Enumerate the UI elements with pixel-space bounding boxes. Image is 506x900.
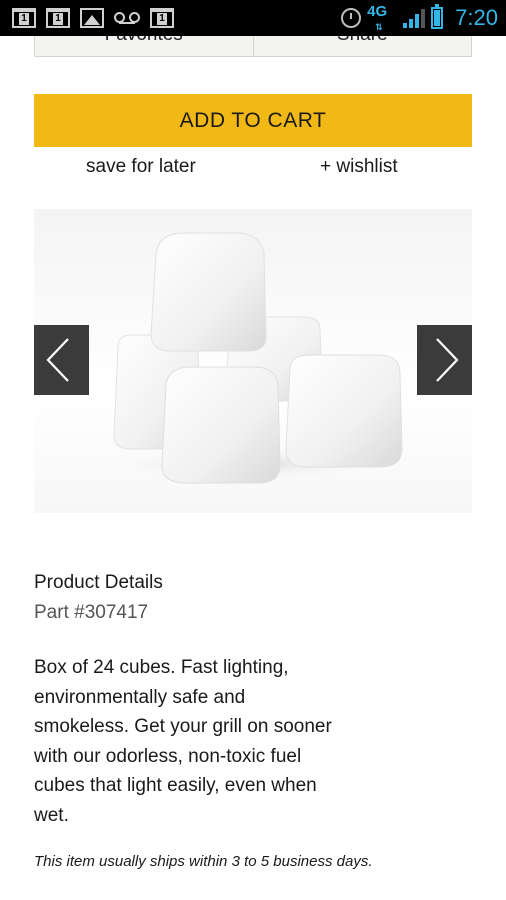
status-bar: 1 1 1 4G ⇅ 7:20 [0,0,506,36]
chevron-left-icon [46,338,69,382]
gallery-icon [80,8,104,28]
notification-1-icon: 1 [150,8,174,28]
notification-1-icon: 1 [12,8,36,28]
network-type-icon: 4G ⇅ [367,3,388,32]
clock: 7:20 [455,5,498,30]
previous-image-button[interactable] [34,325,89,395]
shipping-note: This item usually ships within 3 to 5 bu… [34,853,373,870]
wishlist-link[interactable]: + wishlist [320,156,398,178]
battery-icon [431,4,444,29]
system-icons: 4G ⇅ 7:20 [341,4,498,32]
product-image-carousel[interactable] [34,209,472,513]
secondary-actions: save for later + wishlist [34,156,472,186]
part-number: Part #307417 [34,602,149,623]
alarm-icon [341,8,362,28]
top-action-buttons: Favorites Share [34,36,472,57]
notification-icons: 1 1 1 [12,6,174,30]
share-button[interactable]: Share [254,36,472,56]
notification-1-icon: 1 [46,8,70,28]
chevron-right-icon [436,338,459,382]
save-for-later-link[interactable]: save for later [86,156,196,178]
voicemail-icon [114,11,140,25]
favorites-button[interactable]: Favorites [35,36,254,56]
product-description: Box of 24 cubes. Fast lighting, environm… [34,657,332,826]
next-image-button[interactable] [417,325,472,395]
product-details-heading: Product Details [34,572,163,593]
product-image [94,232,403,484]
add-to-cart-button[interactable]: ADD TO CART [34,94,472,147]
signal-strength-icon [403,8,426,28]
